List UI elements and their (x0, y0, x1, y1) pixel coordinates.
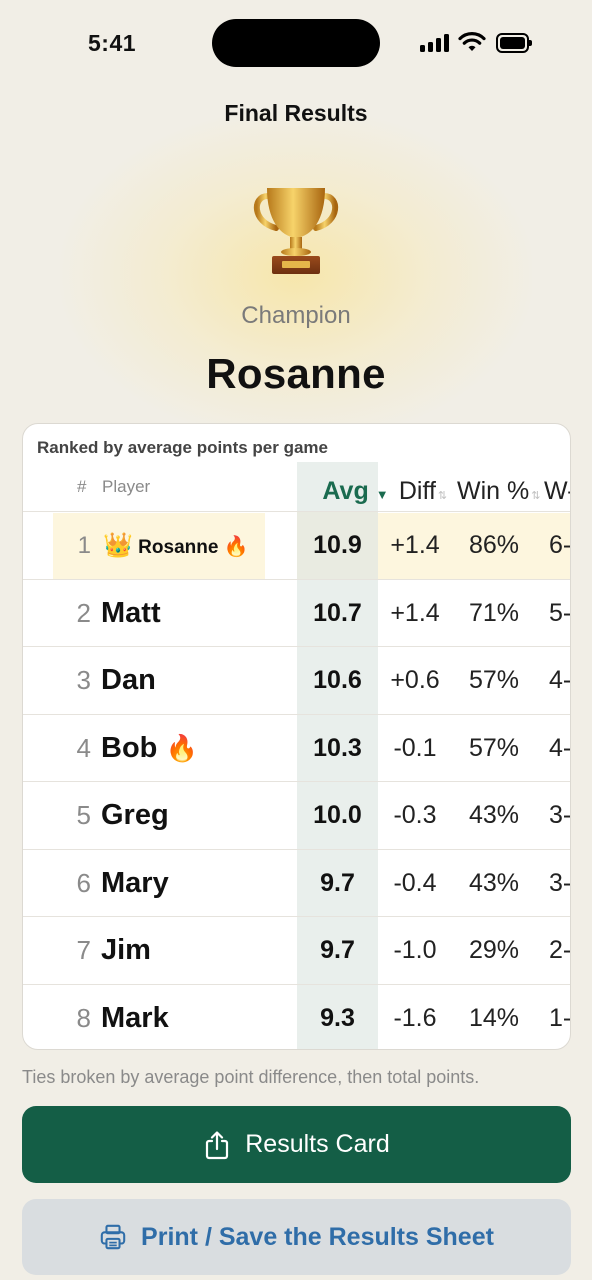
battery-icon (496, 33, 532, 53)
table-row[interactable]: 4 Bob 🔥 10.3 -0.1 57% 4- (23, 713, 571, 782)
rank: 3 (76, 665, 91, 695)
rank: 2 (76, 597, 91, 628)
wl-value: 3- (549, 801, 571, 829)
player-name: Matt (101, 596, 161, 629)
sort-descending-icon: ▼ (375, 487, 389, 502)
avg-value: 10.7 (313, 598, 362, 627)
table-row[interactable]: 6 Mary 9.7 -0.4 43% 3- (23, 848, 571, 917)
sort-icon: ⇅ (531, 490, 541, 502)
wl-value: 4- (549, 733, 571, 762)
results-card-label: Results Card (245, 1130, 390, 1158)
diff-value: +0.6 (390, 666, 440, 694)
rank: 1 (77, 532, 91, 559)
results-card-button[interactable]: Results Card (22, 1106, 571, 1183)
column-header-diff[interactable]: Diff ⇅ (391, 477, 455, 506)
print-results-label: Print / Save the Results Sheet (141, 1222, 494, 1251)
table-row[interactable]: 2 Matt 10.7 +1.4 71% 5- (23, 578, 571, 647)
signal-icon (420, 34, 450, 52)
champion-label: Champion (241, 302, 351, 329)
avg-value: 10.3 (313, 733, 362, 762)
avg-value: 9.7 (320, 936, 355, 964)
rank: 8 (76, 1002, 91, 1033)
status-time: 5:41 (88, 30, 137, 56)
wl-value: 5- (549, 598, 571, 627)
column-header-win[interactable]: Win % ⇅ (457, 477, 540, 506)
column-header-avg[interactable]: Avg ▼ (315, 477, 396, 506)
wl-value: 6- (549, 531, 571, 559)
avg-value: 9.3 (320, 1003, 355, 1032)
player-name: Mark (101, 1001, 169, 1034)
avg-value: 10.0 (313, 801, 362, 829)
print-results-button[interactable]: Print / Save the Results Sheet (22, 1199, 571, 1275)
player-name-text: Rosanne (138, 537, 219, 558)
table-row[interactable]: 8 Mark 9.3 -1.6 14% 1- (23, 983, 571, 1050)
share-icon (206, 1130, 229, 1159)
rank: 6 (76, 867, 91, 898)
tiebreak-note: Ties broken by average point difference,… (22, 1067, 480, 1087)
column-header-win-label: Win % (457, 477, 530, 505)
player-name: Jim (101, 934, 151, 966)
diff-value: -1.6 (393, 1003, 437, 1032)
wl-value: 3- (549, 868, 571, 897)
table-row[interactable]: 1 👑 Rosanne 🔥 10.9 +1.4 86% 6- (23, 511, 571, 579)
avg-value: 10.9 (313, 531, 362, 559)
win-value: 86% (468, 531, 520, 559)
diff-value: -0.1 (393, 733, 437, 762)
column-header-player: Player (102, 477, 151, 496)
win-value: 57% (468, 666, 520, 694)
player-name: Mary (101, 866, 169, 899)
column-header-wl[interactable]: W- (544, 477, 570, 506)
table-row[interactable]: 5 Greg 10.0 -0.3 43% 3- (23, 781, 571, 849)
diff-value: -0.4 (393, 868, 437, 897)
fire-icon: 🔥 (223, 536, 249, 558)
win-value: 71% (468, 598, 520, 627)
player-name-text: Bob (101, 731, 158, 764)
table-row[interactable]: 3 Dan 10.6 +0.6 57% 4- (23, 646, 571, 714)
standings-table: Ranked by average points per game # Play… (22, 423, 571, 1050)
table-caption: Ranked by average points per game (37, 438, 328, 457)
player-name: Dan (101, 664, 156, 696)
diff-value: +1.4 (390, 598, 440, 627)
wl-value: 4- (549, 666, 571, 694)
win-value: 14% (468, 1003, 520, 1032)
fire-icon: 🔥 (165, 732, 198, 763)
sort-icon: ⇅ (437, 490, 448, 502)
column-header-rank: # (77, 477, 87, 496)
avg-value: 9.7 (320, 868, 355, 897)
diff-value: -1.0 (393, 936, 437, 964)
win-value: 43% (468, 868, 520, 897)
diff-value: -0.3 (393, 801, 437, 829)
win-value: 29% (468, 936, 520, 964)
table-row[interactable]: 7 Jim 9.7 -1.0 29% 2- (23, 916, 571, 984)
trophy-icon (253, 188, 339, 274)
player-name: Bob 🔥 (101, 715, 198, 782)
column-header-diff-label: Diff (398, 477, 436, 505)
column-header-avg-label: Avg (322, 477, 369, 505)
diff-value: +1.4 (390, 531, 440, 559)
dynamic-island (212, 19, 380, 67)
crown-icon: 👑 (103, 532, 133, 559)
rank: 7 (76, 935, 91, 965)
player-name: 👑 Rosanne 🔥 (103, 512, 249, 579)
page-title: Final Results (224, 100, 368, 126)
avg-value: 10.6 (313, 666, 362, 694)
rank: 4 (76, 732, 91, 763)
printer-icon (100, 1224, 126, 1250)
win-value: 43% (468, 801, 520, 829)
win-value: 57% (468, 733, 520, 762)
champion-name: Rosanne (206, 350, 386, 397)
wl-value: 2- (549, 936, 571, 964)
wifi-icon (458, 32, 486, 51)
player-name: Greg (101, 799, 169, 831)
wl-value: 1- (549, 1003, 571, 1032)
rank: 5 (76, 800, 91, 830)
